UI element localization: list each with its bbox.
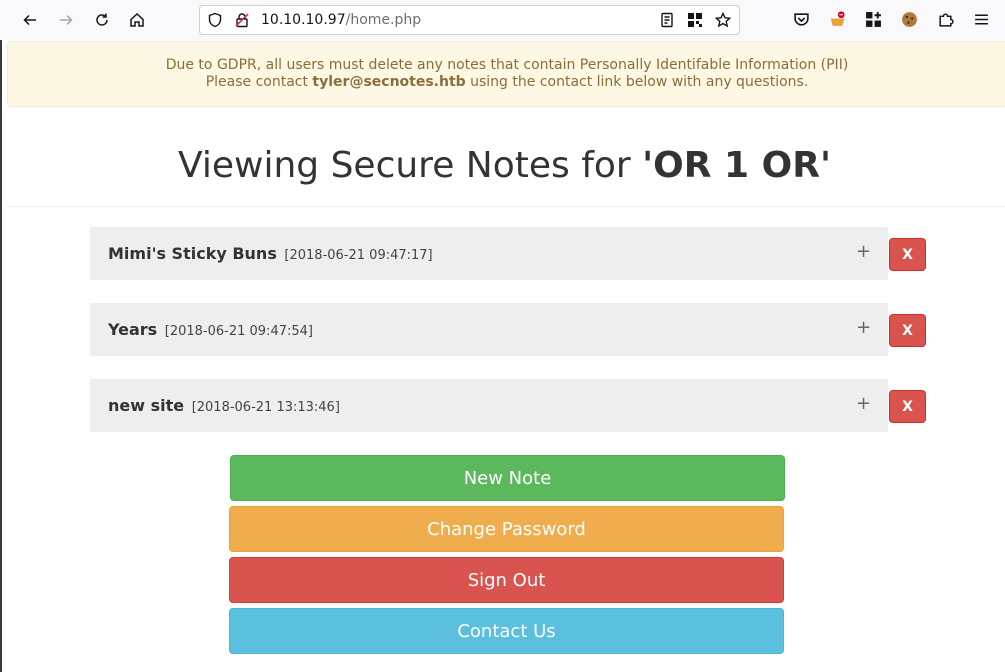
delete-note-button[interactable]: X <box>889 390 926 423</box>
contact-us-button[interactable]: Contact Us <box>229 608 784 654</box>
puzzle-extensions-icon[interactable] <box>934 8 956 30</box>
note-title-text: new site <box>108 396 185 415</box>
page-title: Viewing Secure Notes for 'OR 1 OR' <box>2 142 1005 190</box>
url-host: 10.10.10.97 <box>261 12 346 28</box>
back-icon[interactable] <box>16 6 44 34</box>
new-note-button[interactable]: New Note <box>230 455 785 501</box>
expand-icon[interactable]: + <box>856 242 871 262</box>
note-title-text: Years <box>108 320 158 339</box>
alert-line-2: Please contact tyler@secnotes.htb using … <box>8 74 1005 91</box>
forward-icon[interactable] <box>52 6 80 34</box>
note-title-text: Mimi's Sticky Buns <box>108 244 277 263</box>
gdpr-alert: Due to GDPR, all users must delete any n… <box>7 41 1005 107</box>
cookie-icon[interactable] <box>898 8 920 30</box>
note-date: [2018-06-21 09:47:54] <box>164 324 313 339</box>
delete-note-button[interactable]: X <box>889 314 926 347</box>
extensions-grid-icon[interactable] <box>862 8 884 30</box>
address-bar[interactable]: 10.10.10.97/home.php <box>199 5 740 35</box>
change-password-button[interactable]: Change Password <box>229 506 784 552</box>
note-item[interactable]: Years [2018-06-21 09:47:54] + <box>90 303 888 356</box>
divider <box>7 206 1005 207</box>
alert-line-2-suffix: using the contact link below with any qu… <box>465 74 809 90</box>
sign-out-button[interactable]: Sign Out <box>229 557 784 603</box>
username: 'OR 1 OR' <box>642 145 831 186</box>
page-title-prefix: Viewing Secure Notes for <box>178 145 643 186</box>
extension-basket-icon[interactable] <box>826 8 848 30</box>
note-title: new site [2018-06-21 13:13:46] <box>108 396 340 417</box>
delete-note-button[interactable]: X <box>889 238 926 271</box>
url-path: /home.php <box>345 12 422 28</box>
note-item[interactable]: Mimi's Sticky Buns [2018-06-21 09:47:17]… <box>90 227 888 280</box>
note-date: [2018-06-21 13:13:46] <box>191 400 340 415</box>
shield-icon[interactable] <box>207 12 223 28</box>
note-date: [2018-06-21 09:47:17] <box>284 248 433 263</box>
contact-email: tyler@secnotes.htb <box>312 74 466 90</box>
alert-line-2-prefix: Please contact <box>205 74 313 90</box>
alert-line-1: Due to GDPR, all users must delete any n… <box>165 57 849 73</box>
page-content: Due to GDPR, all users must delete any n… <box>0 40 1005 672</box>
note-title: Mimi's Sticky Buns [2018-06-21 09:47:17] <box>108 244 433 265</box>
note-title: Years [2018-06-21 09:47:54] <box>108 320 313 341</box>
qr-code-icon[interactable] <box>687 12 703 28</box>
home-icon[interactable] <box>123 6 151 34</box>
hamburger-menu-icon[interactable] <box>970 8 992 30</box>
url-text: 10.10.10.97/home.php <box>261 12 421 28</box>
reader-view-icon[interactable] <box>659 12 675 28</box>
expand-icon[interactable]: + <box>856 318 871 338</box>
bookmark-star-icon[interactable] <box>715 12 731 28</box>
note-item[interactable]: new site [2018-06-21 13:13:46] + <box>90 379 888 432</box>
browser-toolbar: 10.10.10.97/home.php <box>0 0 1005 40</box>
expand-icon[interactable]: + <box>856 394 871 414</box>
pocket-icon[interactable] <box>790 8 812 30</box>
reload-icon[interactable] <box>88 6 116 34</box>
insecure-lock-icon[interactable] <box>234 12 250 28</box>
